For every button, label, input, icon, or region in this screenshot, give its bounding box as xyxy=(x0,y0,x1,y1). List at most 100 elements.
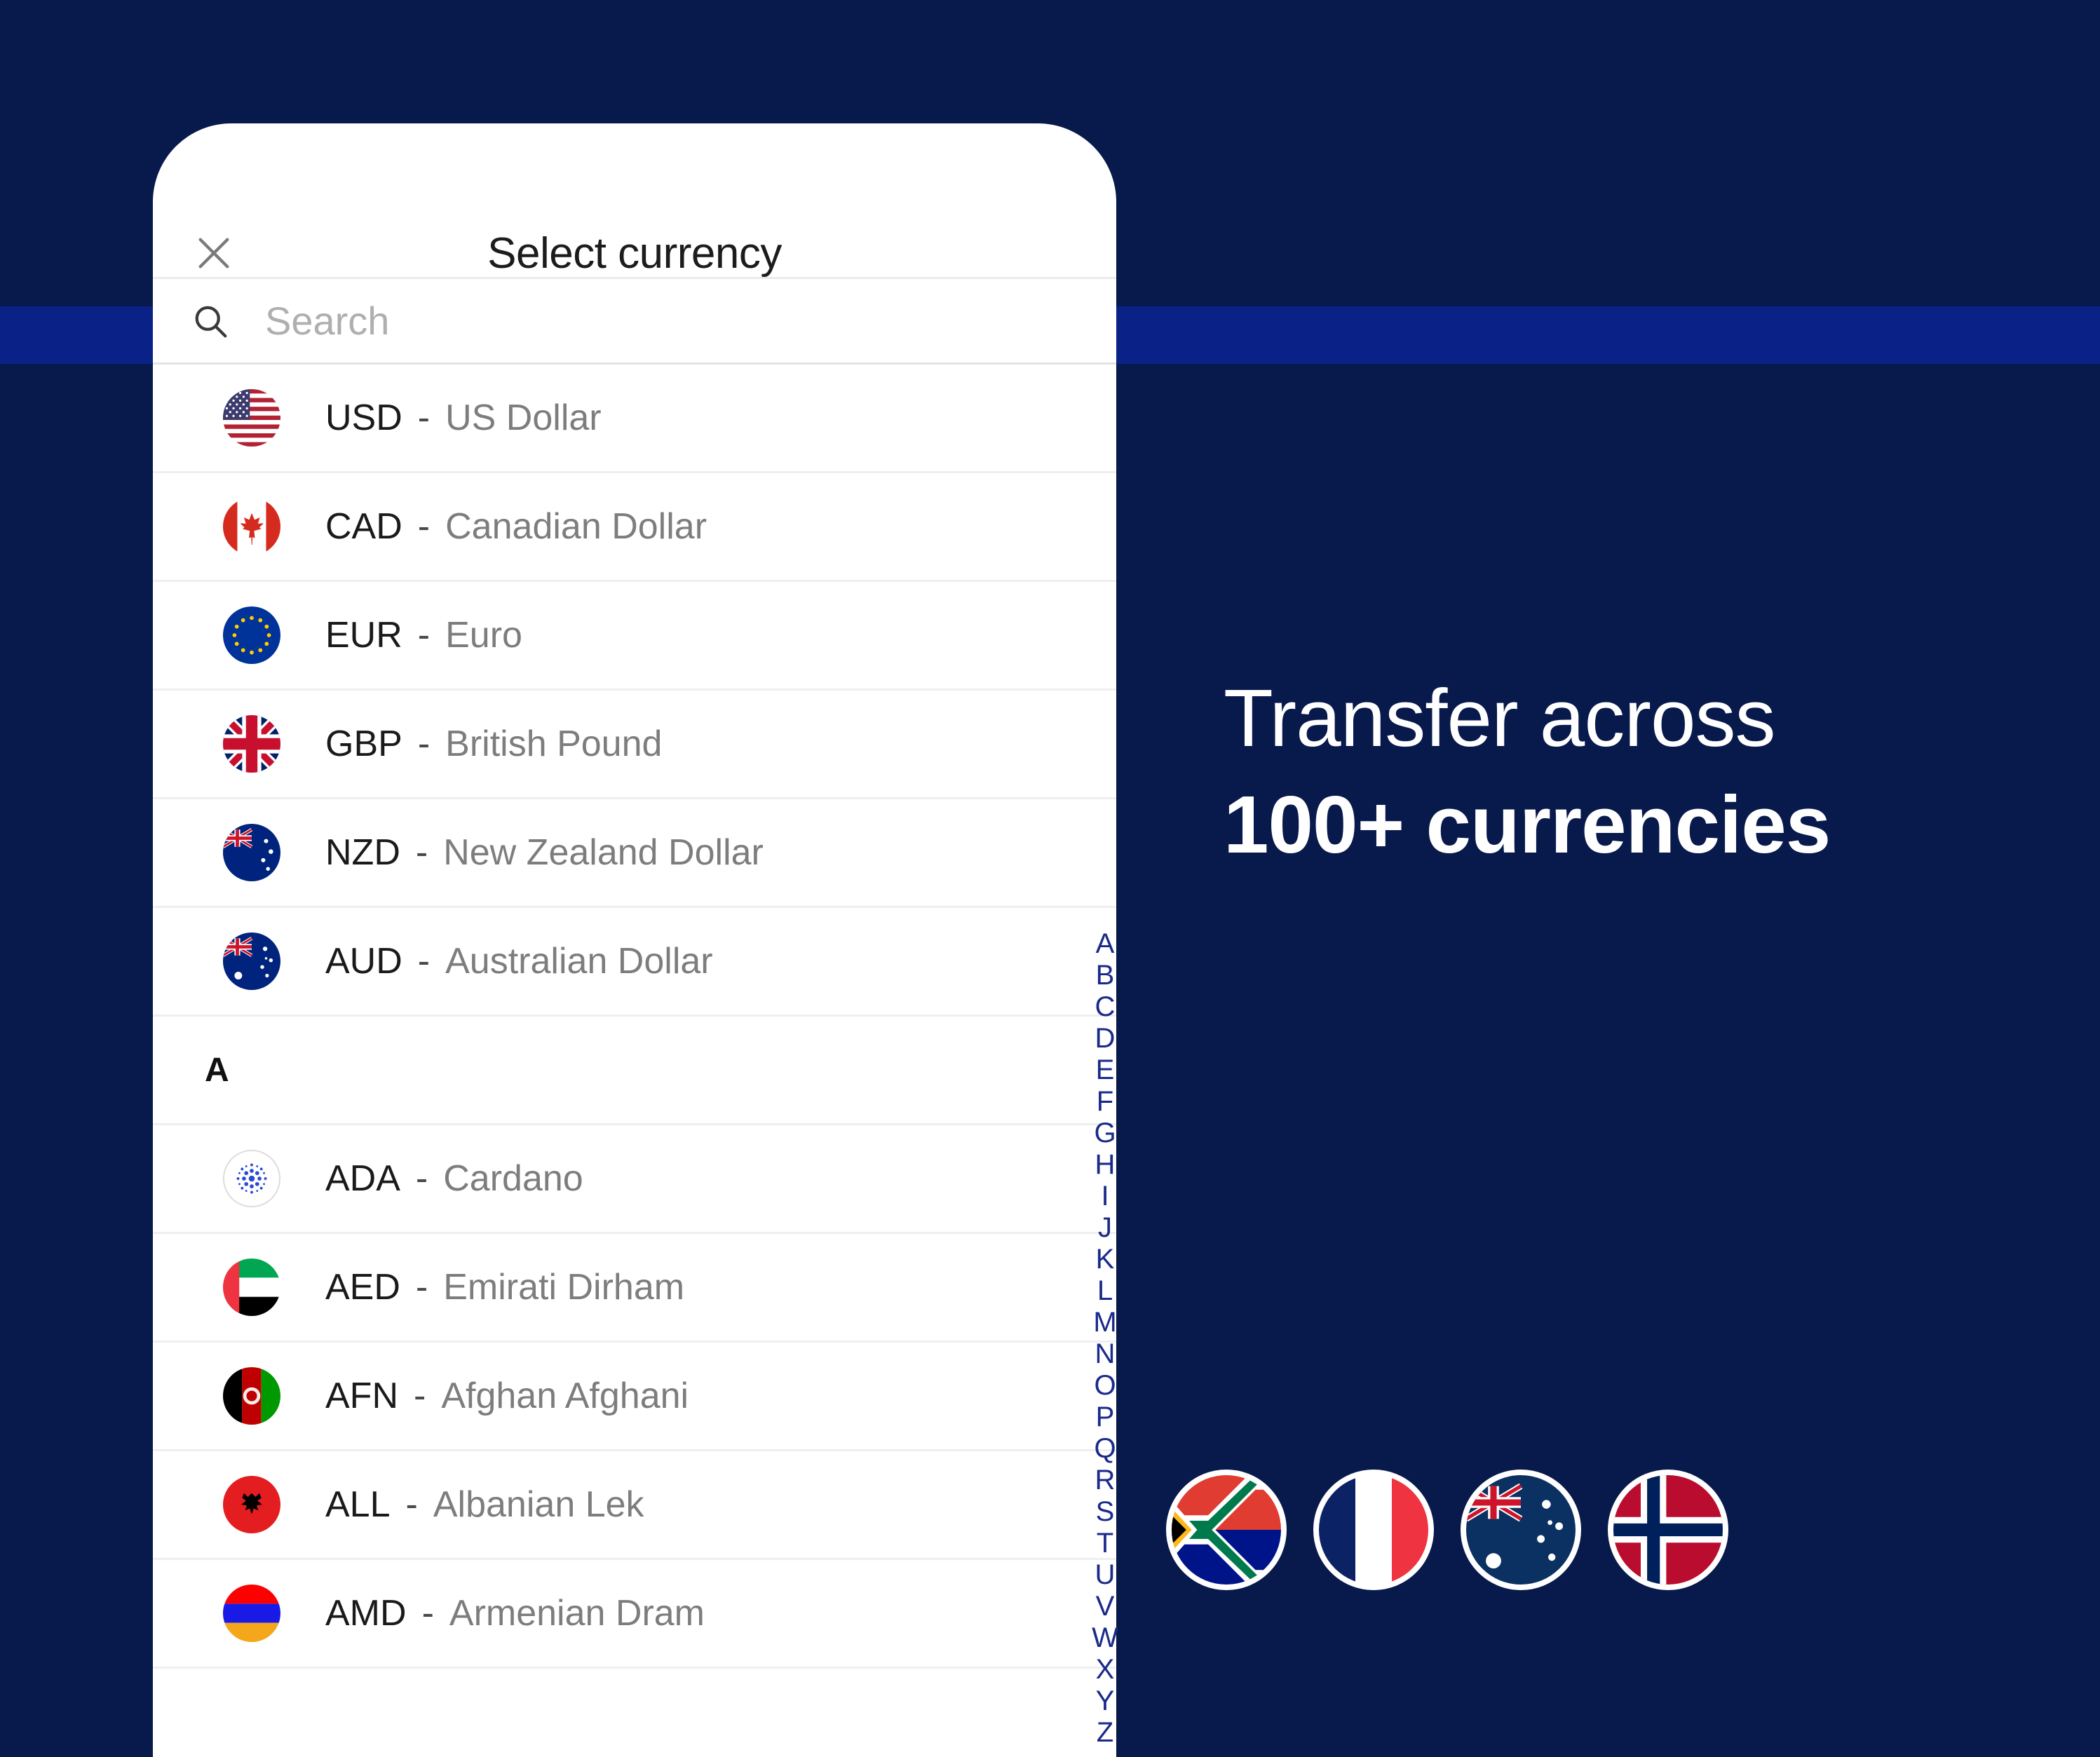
separator: - xyxy=(415,832,428,873)
alpha-index-letter[interactable]: H xyxy=(1095,1149,1116,1181)
norway-flag-icon xyxy=(1608,1470,1728,1590)
us-flag-icon xyxy=(223,389,280,447)
afghanistan-flag-icon xyxy=(223,1367,280,1425)
separator: - xyxy=(417,941,431,982)
alpha-index-letter[interactable]: W xyxy=(1092,1622,1118,1654)
alpha-index-letter[interactable]: N xyxy=(1095,1338,1116,1370)
alpha-index-letter[interactable]: Q xyxy=(1094,1433,1116,1465)
currency-code: GBP xyxy=(325,724,402,764)
alpha-index-letter[interactable]: L xyxy=(1097,1275,1113,1307)
currency-name: Cardano xyxy=(443,1158,583,1199)
currency-row-cad[interactable]: CAD - Canadian Dollar xyxy=(153,473,1116,582)
south-africa-flag-icon xyxy=(1166,1470,1287,1590)
alpha-index-letter[interactable]: K xyxy=(1096,1244,1115,1275)
marketing-line-1: Transfer across xyxy=(1224,672,1775,764)
section-letter: A xyxy=(205,1051,229,1089)
cardano-icon xyxy=(223,1150,280,1207)
alpha-index-letter[interactable]: A xyxy=(1096,928,1115,960)
currency-name: Emirati Dirham xyxy=(443,1267,685,1308)
alpha-index-letter[interactable]: V xyxy=(1096,1591,1115,1622)
currency-row-ada[interactable]: ADA - Cardano xyxy=(153,1125,1116,1234)
currency-row-usd[interactable]: USD - US Dollar xyxy=(153,365,1116,473)
currency-labels: USD - US Dollar xyxy=(325,397,602,439)
alpha-index-letter[interactable]: M xyxy=(1093,1307,1116,1338)
search-row[interactable] xyxy=(153,279,1116,365)
currency-labels: AFN - Afghan Afghani xyxy=(325,1375,689,1417)
new-zealand-flag-icon xyxy=(223,824,280,881)
alpha-index-letter[interactable]: S xyxy=(1096,1496,1115,1528)
currency-name: New Zealand Dollar xyxy=(443,832,764,873)
currency-code: USD xyxy=(325,398,402,438)
uae-flag-icon xyxy=(223,1259,280,1316)
currency-code: AED xyxy=(325,1267,400,1308)
separator: - xyxy=(417,724,431,764)
alpha-index-letter[interactable]: G xyxy=(1094,1118,1116,1149)
currency-row-aed[interactable]: AED - Emirati Dirham xyxy=(153,1234,1116,1343)
separator: - xyxy=(415,1267,428,1308)
currency-code: CAD xyxy=(325,506,402,547)
currency-row-afn[interactable]: AFN - Afghan Afghani xyxy=(153,1343,1116,1451)
alpha-index-letter[interactable]: P xyxy=(1096,1402,1115,1433)
currency-code: ADA xyxy=(325,1158,400,1199)
currency-code: AMD xyxy=(325,1593,407,1634)
alpha-index-letter[interactable]: R xyxy=(1095,1465,1116,1496)
alpha-index-letter[interactable]: U xyxy=(1095,1559,1116,1591)
canada-flag-icon xyxy=(223,498,280,555)
separator: - xyxy=(417,398,431,438)
alpha-index-letter[interactable]: I xyxy=(1101,1181,1109,1212)
alpha-index-letter[interactable]: T xyxy=(1097,1528,1113,1559)
currency-row-amd[interactable]: AMD - Armenian Dram xyxy=(153,1560,1116,1669)
currency-name: Canadian Dollar xyxy=(445,506,707,547)
alpha-index-letter[interactable]: Y xyxy=(1096,1685,1115,1717)
australia-flag-icon xyxy=(1461,1470,1581,1590)
modal-header: Select currency xyxy=(153,123,1116,279)
currency-list: USD - US Dollar CAD - Canadian Dollar EU… xyxy=(153,365,1116,1669)
alpha-index-letter[interactable]: F xyxy=(1097,1086,1113,1118)
currency-code: ALL xyxy=(325,1484,391,1525)
alpha-index-letter[interactable]: Z xyxy=(1097,1717,1113,1749)
alpha-index-letter[interactable]: X xyxy=(1096,1654,1115,1685)
currency-labels: ADA - Cardano xyxy=(325,1158,583,1200)
currency-name: Afghan Afghani xyxy=(441,1376,689,1416)
alphabet-index[interactable]: A B C D E F G H I J K L M N O P Q R S T … xyxy=(1085,928,1125,1749)
alpha-index-letter[interactable]: J xyxy=(1098,1212,1112,1244)
currency-code: EUR xyxy=(325,615,402,656)
flag-strip xyxy=(1166,1470,1728,1590)
albania-flag-icon xyxy=(223,1476,280,1533)
alpha-index-letter[interactable]: C xyxy=(1095,991,1116,1023)
alpha-index-letter[interactable]: D xyxy=(1095,1023,1116,1054)
armenia-flag-icon xyxy=(223,1585,280,1642)
currency-row-aud[interactable]: AUD - Australian Dollar xyxy=(153,908,1116,1017)
united-kingdom-flag-icon xyxy=(223,715,280,773)
separator: - xyxy=(405,1484,418,1525)
currency-labels: AED - Emirati Dirham xyxy=(325,1266,684,1308)
marketing-line-2: 100+ currencies xyxy=(1224,778,1831,870)
currency-row-gbp[interactable]: GBP - British Pound xyxy=(153,691,1116,799)
separator: - xyxy=(414,1376,426,1416)
alpha-index-letter[interactable]: E xyxy=(1096,1054,1115,1086)
currency-row-eur[interactable]: EUR - Euro xyxy=(153,582,1116,691)
currency-row-nzd[interactable]: NZD - New Zealand Dollar xyxy=(153,799,1116,908)
currency-labels: NZD - New Zealand Dollar xyxy=(325,832,764,874)
alpha-index-letter[interactable]: B xyxy=(1096,960,1115,991)
currency-name: Armenian Dram xyxy=(449,1593,705,1634)
currency-name: British Pound xyxy=(445,724,663,764)
currency-labels: CAD - Canadian Dollar xyxy=(325,506,707,548)
currency-name: Euro xyxy=(445,615,522,656)
currency-labels: AMD - Armenian Dram xyxy=(325,1592,705,1634)
marketing-copy: Transfer across 100+ currencies xyxy=(1224,672,2051,871)
section-header-a: A xyxy=(153,1017,1116,1125)
european-union-flag-icon xyxy=(223,606,280,664)
currency-name: Albanian Lek xyxy=(433,1484,644,1525)
search-icon xyxy=(189,300,231,342)
currency-row-all[interactable]: ALL - Albanian Lek xyxy=(153,1451,1116,1560)
screenshot-root: Select currency Search USD - US Dollar C… xyxy=(0,0,2100,1757)
alpha-index-letter[interactable]: O xyxy=(1094,1370,1116,1402)
search-input[interactable] xyxy=(265,292,1116,349)
currency-name: Australian Dollar xyxy=(445,941,713,982)
australia-flag-icon xyxy=(223,932,280,990)
modal-title: Select currency xyxy=(487,229,782,278)
separator: - xyxy=(421,1593,434,1634)
currency-code: NZD xyxy=(325,832,400,873)
france-flag-icon xyxy=(1313,1470,1434,1590)
